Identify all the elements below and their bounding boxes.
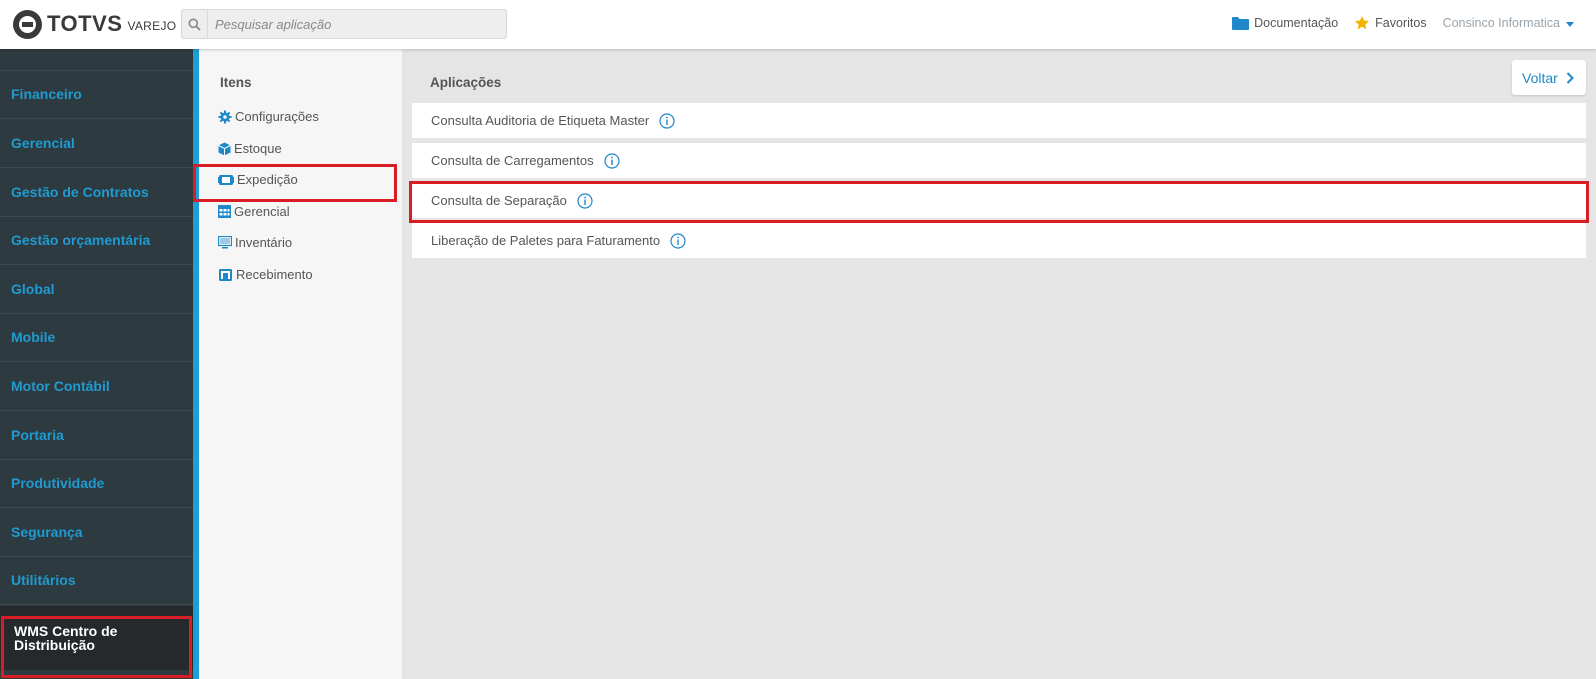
sidebar-item-wms[interactable]: WMS Centro de Distribuição xyxy=(0,606,193,670)
item-expedicao-label: Expedição xyxy=(237,172,298,187)
logo-text: TOTVS xyxy=(47,11,123,36)
gear-icon xyxy=(218,110,232,123)
sidebar-item-seguranca[interactable]: Segurança xyxy=(0,508,193,557)
info-icon[interactable] xyxy=(670,232,686,249)
module-sidebar: Financeiro Gerencial Gestão de Contratos… xyxy=(0,49,193,679)
user-name: Consinco Informatica xyxy=(1442,16,1560,30)
app-label: Consulta de Carregamentos xyxy=(431,153,594,168)
item-gerencial-label: Gerencial xyxy=(234,204,290,219)
favorites-label: Favoritos xyxy=(1375,16,1427,30)
itens-title: Itens xyxy=(220,75,252,90)
sidebar-item-gerencial[interactable]: Gerencial xyxy=(0,119,193,168)
applications-panel: Aplicações Voltar Consulta Auditoria de … xyxy=(402,49,1596,679)
info-icon[interactable] xyxy=(577,192,593,209)
search-input[interactable] xyxy=(208,16,498,32)
totvs-logo[interactable]: TOTVS VAREJO xyxy=(13,9,176,39)
sidebar-item-motor-contabil[interactable]: Motor Contábil xyxy=(0,362,193,411)
applications-title: Aplicações xyxy=(430,75,502,90)
folder-icon xyxy=(1232,17,1250,30)
item-configuracoes[interactable]: Configurações xyxy=(218,109,319,124)
top-right-links: Documentação Favoritos Consinco Informat… xyxy=(1216,15,1574,31)
user-menu[interactable]: Consinco Informatica xyxy=(1443,16,1574,30)
sidebar-item-mobile[interactable]: Mobile xyxy=(0,313,193,362)
monitor-icon xyxy=(218,236,232,249)
back-button[interactable]: Voltar xyxy=(1512,60,1586,95)
sidebar-item-gestao-contratos[interactable]: Gestão de Contratos xyxy=(0,168,193,217)
app-row-auditoria-etiqueta[interactable]: Consulta Auditoria de Etiqueta Master xyxy=(412,103,1586,138)
sidebar-item-global[interactable]: Global xyxy=(0,265,193,314)
sidebar-item-partial[interactable] xyxy=(0,49,193,71)
logo-subtext: VAREJO xyxy=(127,19,177,33)
app-label: Consulta de Separação xyxy=(431,193,567,208)
search-box xyxy=(181,9,507,39)
chevron-down-icon xyxy=(1566,21,1574,27)
logo-mark-icon xyxy=(13,9,42,39)
itens-panel: Itens Configurações Estoque Expedição Ge… xyxy=(199,49,402,679)
item-estoque-label: Estoque xyxy=(234,141,282,156)
item-inventario-label: Inventário xyxy=(235,235,293,250)
item-recebimento-label: Recebimento xyxy=(236,267,313,282)
item-expedicao[interactable]: Expedição xyxy=(218,172,298,187)
item-recebimento[interactable]: Recebimento xyxy=(218,267,313,282)
truck-icon xyxy=(218,174,234,185)
chevron-right-icon xyxy=(1566,71,1574,84)
star-icon xyxy=(1355,16,1370,30)
item-configuracoes-label: Configurações xyxy=(235,109,319,124)
app-row-carregamentos[interactable]: Consulta de Carregamentos xyxy=(412,143,1586,178)
sidebar-item-gestao-orcamentaria[interactable]: Gestão orçamentária xyxy=(0,216,193,265)
sidebar-item-financeiro[interactable]: Financeiro xyxy=(0,70,193,119)
sidebar-item-produtividade[interactable]: Produtividade xyxy=(0,459,193,508)
app-label: Liberação de Paletes para Faturamento xyxy=(431,233,661,248)
sidebar-item-portaria[interactable]: Portaria xyxy=(0,411,193,460)
top-bar: TOTVS VAREJO Documentação Favoritos Cons… xyxy=(0,0,1596,49)
table-icon xyxy=(218,205,231,218)
documentation-link[interactable]: Documentação xyxy=(1232,16,1338,30)
item-estoque[interactable]: Estoque xyxy=(218,141,282,156)
item-inventario[interactable]: Inventário xyxy=(218,235,292,250)
building-icon xyxy=(219,268,232,281)
app-row-liberacao-paletes[interactable]: Liberação de Paletes para Faturamento xyxy=(412,223,1586,258)
sidebar-item-utilitarios[interactable]: Utilitários xyxy=(0,556,193,605)
info-icon[interactable] xyxy=(603,152,620,169)
back-button-label: Voltar xyxy=(1522,69,1558,86)
sidebar-item-wms-line1: WMS Centro de xyxy=(14,623,118,639)
favorites-link[interactable]: Favoritos xyxy=(1354,15,1427,31)
item-gerencial[interactable]: Gerencial xyxy=(218,204,290,219)
search-icon[interactable] xyxy=(182,10,208,38)
documentation-label: Documentação xyxy=(1254,16,1339,30)
sidebar-item-wms-line2: Distribuição xyxy=(14,637,95,653)
app-label: Consulta Auditoria de Etiqueta Master xyxy=(431,113,650,128)
box-icon xyxy=(218,142,231,155)
info-icon[interactable] xyxy=(659,112,675,129)
app-row-separacao[interactable]: Consulta de Separação xyxy=(412,183,1586,218)
